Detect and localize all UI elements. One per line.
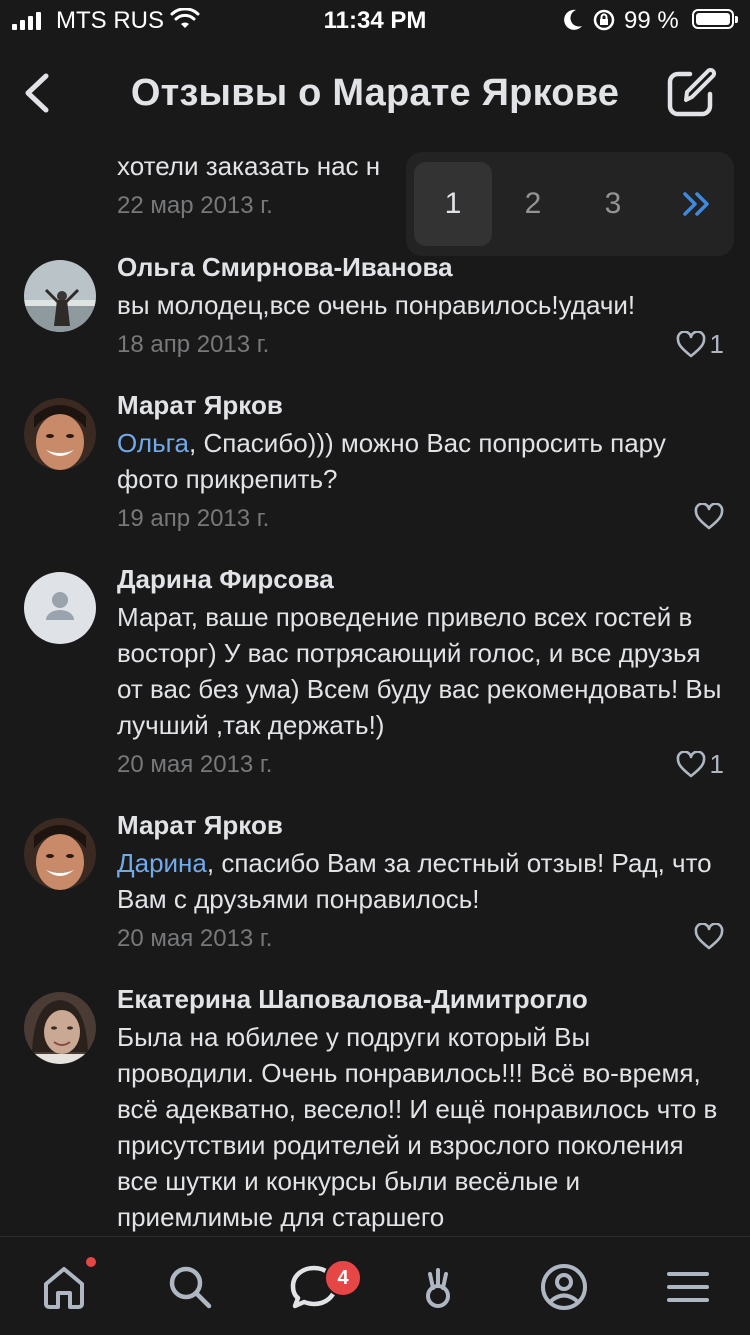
moon-icon — [564, 9, 582, 30]
comments-feed[interactable]: хотели заказать нас н 22 мар 2013 г. Оль… — [0, 148, 750, 1236]
nav-header: Отзывы о Марате Яркове — [0, 40, 750, 148]
page-title: Отзывы о Марате Яркове — [130, 72, 620, 114]
heart-icon — [676, 750, 705, 777]
compose-button[interactable] — [664, 66, 718, 120]
comment-author[interactable]: Дарина Фирсова — [117, 561, 727, 597]
comment-text: Марат, ваше проведение привело всех гост… — [117, 602, 722, 740]
next-pages-button[interactable] — [658, 162, 736, 246]
tab-profile[interactable] — [536, 1259, 592, 1315]
mention-link[interactable]: Ольга — [117, 428, 189, 458]
like-button[interactable]: 1 — [676, 749, 724, 780]
comment-date: 18 апр 2013 г. — [117, 331, 270, 358]
comment-text: Была на юбилее у подруги который Вы пров… — [117, 1022, 718, 1232]
comment-date: 19 апр 2013 г. — [117, 505, 270, 532]
home-icon — [44, 1267, 84, 1309]
heart-icon — [676, 330, 705, 357]
like-button[interactable] — [694, 923, 724, 951]
heart-icon — [694, 503, 724, 530]
tab-home[interactable] — [36, 1259, 92, 1315]
home-notification-dot — [86, 1257, 96, 1267]
comment-text-body: , Спасибо))) можно Вас попросить пару фо… — [117, 428, 666, 494]
avatar[interactable] — [24, 818, 96, 890]
battery-percent: 99 % — [624, 7, 679, 34]
comment-date: 22 мар 2013 г. — [117, 192, 273, 219]
heart-icon — [694, 923, 724, 950]
page-button-3[interactable]: 3 — [574, 162, 652, 246]
battery-icon — [692, 9, 738, 29]
comment-author[interactable]: Екатерина Шаповалова-Димитрогло — [117, 981, 727, 1017]
page-button-2[interactable]: 2 — [494, 162, 572, 246]
mention-link[interactable]: Дарина — [117, 848, 207, 878]
bottom-tab-bar: 4 — [0, 1236, 750, 1335]
status-bar: MTS RUS 11:34 PM 99 % — [0, 0, 750, 40]
comment-date: 20 мая 2013 г. — [117, 925, 273, 952]
like-button[interactable] — [694, 503, 724, 531]
comment-text: Ольга, Спасибо))) можно Вас попросить па… — [117, 425, 727, 497]
double-chevron-right-icon — [683, 192, 709, 216]
messages-badge: 4 — [324, 1259, 362, 1297]
profile-icon — [541, 1264, 587, 1310]
like-button[interactable]: 1 — [676, 329, 724, 360]
comment-text-body: , спасибо Вам за лестный отзыв! Рад, что… — [117, 848, 712, 914]
comment-partial: хотели заказать нас н 22 мар 2013 г. — [117, 148, 380, 220]
avatar[interactable] — [24, 398, 96, 470]
avatar[interactable] — [24, 260, 96, 332]
avatar-placeholder[interactable] — [24, 572, 96, 644]
rotation-lock-icon — [593, 9, 615, 31]
pagination-popup: 1 2 3 — [406, 152, 734, 256]
comment-text: Дарина, спасибо Вам за лестный отзыв! Ра… — [117, 845, 727, 917]
tab-menu[interactable] — [660, 1259, 716, 1315]
like-count: 1 — [709, 749, 724, 779]
tab-services[interactable] — [410, 1259, 466, 1315]
menu-icon — [667, 1272, 709, 1302]
like-count: 1 — [709, 329, 724, 359]
page-button-1[interactable]: 1 — [414, 162, 492, 246]
search-icon — [169, 1266, 212, 1309]
comment-date: 20 мая 2013 г. — [117, 751, 273, 778]
comment-author[interactable]: Марат Ярков — [117, 807, 727, 843]
comment-text: вы молодец,все очень понравилось!удачи! — [117, 290, 636, 320]
comment-author[interactable]: Марат Ярков — [117, 387, 727, 423]
avatar[interactable] — [24, 992, 96, 1064]
services-icon — [426, 1268, 450, 1308]
tab-search[interactable] — [162, 1259, 218, 1315]
comment-text: хотели заказать нас н — [117, 151, 381, 181]
